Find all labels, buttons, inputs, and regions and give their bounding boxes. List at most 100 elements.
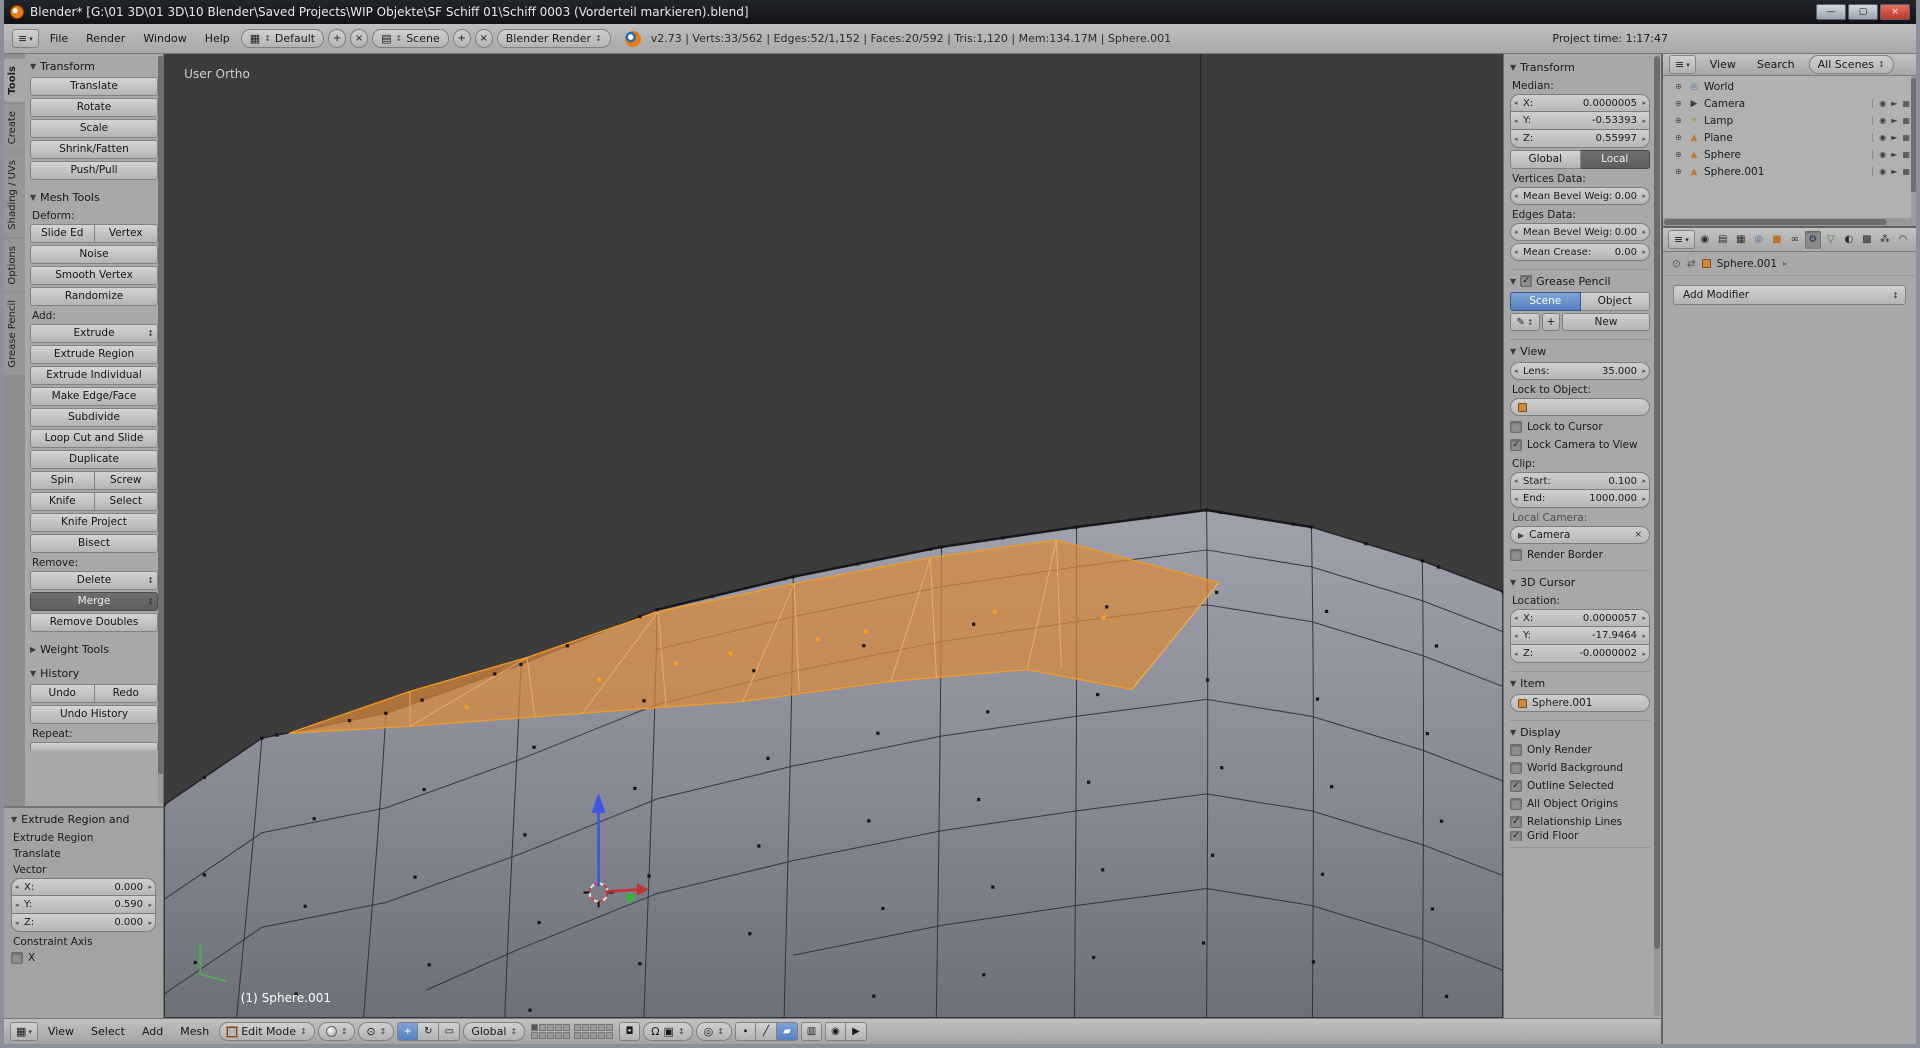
noise-button[interactable]: Noise	[30, 245, 158, 264]
median-y-field[interactable]: Y:-0.53393	[1510, 112, 1650, 130]
mode-dropdown[interactable]: Edit Mode ↕	[219, 1022, 314, 1041]
outliner-row-sphere-001[interactable]: ⊕ ▲ Sphere.001 ◉ ► ▦	[1667, 163, 1914, 180]
vertex-bevel-weight-field[interactable]: Mean Bevel Weig:0.00	[1510, 187, 1650, 205]
n-panel-scrollbar[interactable]	[1654, 56, 1660, 1016]
limit-to-visible-button[interactable]: ▥	[801, 1022, 822, 1041]
checkbox[interactable]: ✓	[1510, 439, 1522, 451]
gp-layer-dropdown[interactable]: ✎ ↕	[1510, 313, 1540, 331]
render-border-row[interactable]: Render Border	[1510, 546, 1650, 564]
scene-selector[interactable]: ▤ ↕ Scene	[372, 29, 449, 48]
grid-floor-row[interactable]: ✓ Grid Floor	[1510, 831, 1650, 841]
outliner-item-name[interactable]: Sphere.001	[1704, 166, 1868, 178]
shading-dropdown[interactable]: ↕	[318, 1022, 356, 1041]
edge-slide-button[interactable]: Slide Ed	[30, 224, 95, 243]
gp-new-button[interactable]: New	[1562, 313, 1650, 331]
local-button[interactable]: Local	[1581, 150, 1651, 169]
extrude-region-button[interactable]: Extrude Region	[30, 345, 158, 364]
editor-type-button[interactable]: ≡ ▾	[1668, 230, 1695, 249]
outliner-row-sphere[interactable]: ⊕ ▲ Sphere ◉ ► ▦	[1667, 146, 1914, 163]
knife-button[interactable]: Knife	[30, 492, 95, 511]
scale-button[interactable]: Scale	[30, 119, 158, 138]
renderable-icon[interactable]: ▦	[1902, 99, 1910, 108]
median-z-field[interactable]: Z:0.55997	[1510, 130, 1650, 148]
pin-icon[interactable]: ⊙	[1672, 258, 1681, 270]
expand-icon[interactable]: ⊕	[1675, 150, 1684, 159]
eye-icon[interactable]: ◉	[1879, 99, 1886, 108]
checkbox[interactable]	[1510, 798, 1522, 810]
layers-group-2[interactable]	[574, 1024, 613, 1039]
checkbox[interactable]	[1510, 762, 1522, 774]
orientation-dropdown[interactable]: Global ↕	[463, 1022, 525, 1041]
knife-project-button[interactable]: Knife Project	[30, 513, 158, 532]
local-camera-field[interactable]: ▶ Camera ×	[1510, 526, 1650, 544]
checkbox[interactable]: ✓	[1510, 831, 1522, 841]
panel-header-3d-cursor[interactable]: ▼ 3D Cursor	[1510, 573, 1650, 591]
snap-widget[interactable]: Ω ▣ ↕	[643, 1022, 693, 1041]
make-edge-face-button[interactable]: Make Edge/Face	[30, 387, 158, 406]
outliner-row-world[interactable]: ⊕ ◎ World	[1667, 78, 1914, 95]
clip-end-field[interactable]: End:1000.000	[1510, 490, 1650, 508]
outliner-item-name[interactable]: Plane	[1704, 132, 1868, 144]
face-select-button[interactable]: ▰	[777, 1022, 798, 1041]
pivot-dropdown[interactable]: ⊙ ↕	[358, 1022, 394, 1041]
cursor-z-field[interactable]: Z:-0.0000002	[1510, 645, 1650, 663]
toolshelf-tab-shading-uvs[interactable]: Shading / UVs	[4, 153, 25, 237]
expand-icon[interactable]: ⊕	[1675, 167, 1684, 176]
merge-dropdown[interactable]: Merge↕	[30, 592, 158, 611]
median-x-field[interactable]: X:0.0000005	[1510, 94, 1650, 112]
delete-dropdown[interactable]: Delete↕	[30, 571, 158, 590]
selectable-icon[interactable]: ►	[1891, 116, 1897, 125]
outliner-row-plane[interactable]: ⊕ ▲ Plane ◉ ► ▦	[1667, 129, 1914, 146]
tab-object-data-icon[interactable]: ▽	[1823, 231, 1839, 249]
vector-x-field[interactable]: X:0.000	[11, 878, 156, 896]
toolshelf-tab-tools[interactable]: Tools	[4, 59, 25, 102]
minimize-button[interactable]: —	[1816, 4, 1846, 20]
menu-outliner-view[interactable]: View	[1703, 58, 1743, 71]
checkbox[interactable]	[1510, 421, 1522, 433]
cursor-x-field[interactable]: X:0.0000057	[1510, 609, 1650, 627]
panel-header-mesh-tools[interactable]: ▼ Mesh Tools	[30, 188, 158, 206]
all-object-origins-row[interactable]: All Object Origins	[1510, 795, 1650, 813]
menu-file[interactable]: File	[43, 32, 75, 45]
renderable-icon[interactable]: ▦	[1902, 167, 1910, 176]
lock-scene-layers-button[interactable]: ◘	[619, 1022, 640, 1041]
selectable-icon[interactable]: ►	[1891, 150, 1897, 159]
screw-button[interactable]: Screw	[95, 471, 159, 490]
vector-z-field[interactable]: Z:0.000	[11, 914, 156, 932]
panel-header-transform[interactable]: ▼ Transform	[30, 57, 158, 75]
edge-bevel-weight-field[interactable]: Mean Bevel Weig:0.00	[1510, 223, 1650, 241]
tab-object-icon[interactable]: ■	[1769, 231, 1785, 249]
outliner-item-name[interactable]: Camera	[1704, 98, 1868, 110]
lock-to-cursor-row[interactable]: Lock to Cursor	[1510, 418, 1650, 436]
manipulator-rotate-button[interactable]: ↻	[418, 1022, 439, 1041]
outliner-item-name[interactable]: Sphere	[1704, 149, 1868, 161]
outliner-hscrollbar[interactable]	[1663, 218, 1916, 226]
panel-header-item[interactable]: ▼ Item	[1510, 674, 1650, 692]
subdivide-button[interactable]: Subdivide	[30, 408, 158, 427]
menu-outliner-search[interactable]: Search	[1750, 58, 1802, 71]
gp-object-button[interactable]: Object	[1581, 292, 1651, 311]
expand-icon[interactable]: ⊕	[1675, 116, 1684, 125]
tab-modifiers-icon[interactable]: ⚙	[1805, 231, 1821, 249]
editor-type-button[interactable]: ≡ ▾	[12, 29, 39, 48]
loop-cut-button[interactable]: Loop Cut and Slide	[30, 429, 158, 448]
editor-type-button[interactable]: ▦ ▾	[10, 1022, 38, 1041]
undo-history-button[interactable]: Undo History	[30, 705, 158, 724]
renderable-icon[interactable]: ▦	[1902, 116, 1910, 125]
tab-particles-icon[interactable]: ⁂	[1877, 231, 1893, 249]
lock-object-field[interactable]	[1510, 398, 1650, 416]
undo-button[interactable]: Undo	[30, 684, 95, 703]
item-name-field[interactable]: Sphere.001	[1510, 694, 1650, 712]
breadcrumb-object-name[interactable]: Sphere.001	[1717, 258, 1777, 270]
menu-add[interactable]: Add	[135, 1025, 170, 1038]
add-modifier-dropdown[interactable]: Add Modifier ↕	[1673, 285, 1906, 305]
menu-select[interactable]: Select	[84, 1025, 132, 1038]
panel-header-n-transform[interactable]: ▼ Transform	[1510, 58, 1650, 76]
relationship-lines-row[interactable]: ✓ Relationship Lines	[1510, 813, 1650, 831]
eye-icon[interactable]: ◉	[1879, 116, 1886, 125]
tab-world-icon[interactable]: ◎	[1751, 231, 1767, 249]
gp-add-layer-button[interactable]: +	[1542, 313, 1560, 331]
tab-render-icon[interactable]: ◉	[1697, 231, 1713, 249]
checkbox[interactable]: ✓	[1510, 780, 1522, 792]
renderable-icon[interactable]: ▦	[1902, 133, 1910, 142]
